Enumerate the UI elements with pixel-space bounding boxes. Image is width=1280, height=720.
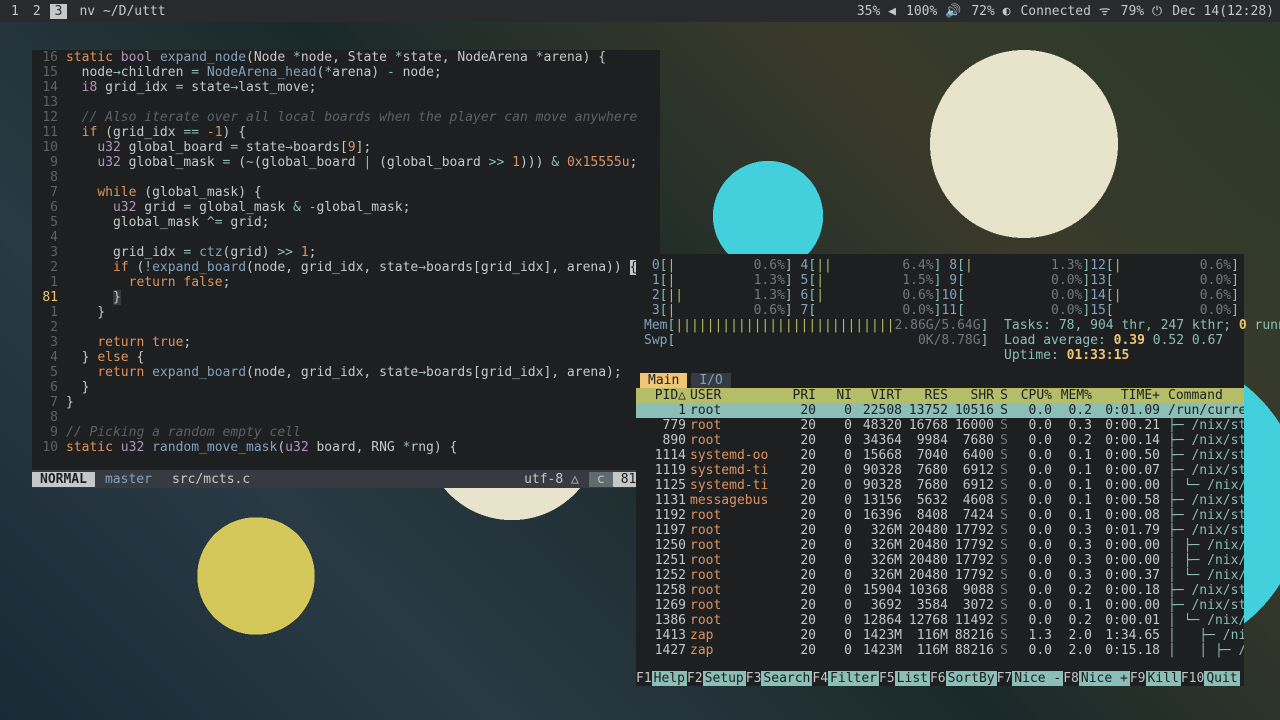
wifi-strength: 79% ⏻	[1121, 4, 1163, 19]
fkey-f6[interactable]: F6SortBy	[930, 671, 997, 686]
brightness-indicator: 72% ◐	[971, 4, 1010, 19]
vim-mode: NORMAL	[32, 472, 95, 487]
file-path: src/mcts.c	[162, 472, 260, 487]
column-cmd[interactable]: Command	[1160, 388, 1244, 403]
status-line: NORMAL master src/mcts.c utf-8 △ c 81/1	[32, 470, 660, 488]
git-branch: master	[95, 472, 162, 487]
column-time[interactable]: TIME+	[1092, 388, 1160, 403]
process-list[interactable]: 1root200225081375210516S0.00.20:01.09/ru…	[636, 403, 1244, 671]
code-area[interactable]: static bool expand_node(Node *node, Stat…	[66, 50, 660, 470]
fkey-f5[interactable]: F5List	[879, 671, 930, 686]
editor-window[interactable]: 161514131211109876543218112345678910 sta…	[32, 50, 660, 488]
column-res[interactable]: RES	[902, 388, 948, 403]
process-row[interactable]: 1413zap2001423M116M88216S1.32.01:34.65│ …	[636, 628, 1244, 643]
process-row[interactable]: 1131messagebus2001315656324608S0.00.10:0…	[636, 493, 1244, 508]
column-s[interactable]: S	[994, 388, 1008, 403]
line-number-gutter: 161514131211109876543218112345678910	[32, 50, 66, 470]
workspace-2[interactable]: 2	[28, 4, 46, 19]
swap-meter: Swp[ 0K/8.78G] Load average: 0.39 0.52 0…	[644, 333, 1236, 348]
fkey-f8[interactable]: F8Nice +	[1063, 671, 1130, 686]
filetype: c	[589, 472, 613, 487]
process-row[interactable]: 1root200225081375210516S0.00.20:01.09/ru…	[636, 403, 1244, 418]
process-row[interactable]: 1251root200326M2048017792S0.00.30:00.00│…	[636, 553, 1244, 568]
topbar: 123 nv ~/D/uttt 35% ◀ 100% 🔊 72% ◐ Conne…	[0, 0, 1280, 22]
fkey-f10[interactable]: F10Quit	[1181, 671, 1240, 686]
battery-indicator: 35% ◀	[857, 4, 896, 19]
process-row[interactable]: 1252root200326M2048017792S0.00.30:00.37│…	[636, 568, 1244, 583]
column-shr[interactable]: SHR	[948, 388, 994, 403]
volume-indicator: 100% 🔊	[906, 4, 961, 19]
workspaces: 123	[6, 4, 67, 19]
process-row[interactable]: 1197root200326M2048017792S0.00.30:01.79├…	[636, 523, 1244, 538]
fkey-f4[interactable]: F4Filter	[812, 671, 879, 686]
column-user[interactable]: USER	[686, 388, 776, 403]
process-row[interactable]: 1386root200128641276811492S0.00.20:00.01…	[636, 613, 1244, 628]
process-row[interactable]: 779root200483201676816000S0.00.30:00.21├…	[636, 418, 1244, 433]
tab-main[interactable]: Main	[640, 373, 687, 388]
process-row[interactable]: 1258root20015904103689088S0.00.20:00.18├…	[636, 583, 1244, 598]
function-keys: F1HelpF2SetupF3SearchF4FilterF5List F6So…	[636, 671, 1244, 686]
network-status: Connected ᯤ	[1020, 4, 1110, 19]
process-row[interactable]: 1119systemd-ti2009032876806912S0.00.10:0…	[636, 463, 1244, 478]
htop-tabs: Main I/O	[636, 373, 1244, 388]
workspace-3[interactable]: 3	[50, 4, 68, 19]
cpu-meters: 0[| 0.6%] 4[|| 6.4%] 8[| 1.3%]12[| 0.6%]…	[636, 258, 1244, 318]
encoding: utf-8 △	[514, 472, 589, 487]
column-cpu[interactable]: CPU%	[1008, 388, 1052, 403]
fkey-f1[interactable]: F1Help	[636, 671, 687, 686]
process-row[interactable]: 890root2003436499847680S0.00.20:00.14├─ …	[636, 433, 1244, 448]
process-row[interactable]: 1250root200326M2048017792S0.00.30:00.00│…	[636, 538, 1244, 553]
column-pri[interactable]: PRI	[776, 388, 816, 403]
column-mem[interactable]: MEM%	[1052, 388, 1092, 403]
workspace-1[interactable]: 1	[6, 4, 24, 19]
htop-window[interactable]: 0[| 0.6%] 4[|| 6.4%] 8[| 1.3%]12[| 0.6%]…	[636, 254, 1244, 686]
fkey-f3[interactable]: F3Search	[746, 671, 813, 686]
process-row[interactable]: 1114systemd-oo2001566870406400S0.00.10:0…	[636, 448, 1244, 463]
fkey-f7[interactable]: F7Nice -	[997, 671, 1064, 686]
column-pid[interactable]: PID△	[636, 388, 686, 403]
column-virt[interactable]: VIRT	[852, 388, 902, 403]
column-ni[interactable]: NI	[816, 388, 852, 403]
process-row[interactable]: 1427zap2001423M116M88216S0.02.00:15.18│ …	[636, 643, 1244, 658]
tab-i/o[interactable]: I/O	[691, 373, 730, 388]
fkey-f9[interactable]: F9Kill	[1130, 671, 1181, 686]
process-row[interactable]: 1269root200369235843072S0.00.10:00.00├─ …	[636, 598, 1244, 613]
memory-meter: Mem[||||||||||||||||||||||||||||2.86G/5.…	[644, 318, 1236, 333]
process-row[interactable]: 1192root2001639684087424S0.00.10:00.08├─…	[636, 508, 1244, 523]
fkey-f2[interactable]: F2Setup	[687, 671, 746, 686]
clock: Dec 14(12:28)	[1172, 4, 1274, 19]
window-title: nv ~/D/uttt	[79, 4, 165, 19]
process-row[interactable]: 1125systemd-ti2009032876806912S0.00.10:0…	[636, 478, 1244, 493]
process-header[interactable]: PID△USERPRINIVIRTRESSHRSCPU%MEM%TIME+Com…	[636, 388, 1244, 403]
